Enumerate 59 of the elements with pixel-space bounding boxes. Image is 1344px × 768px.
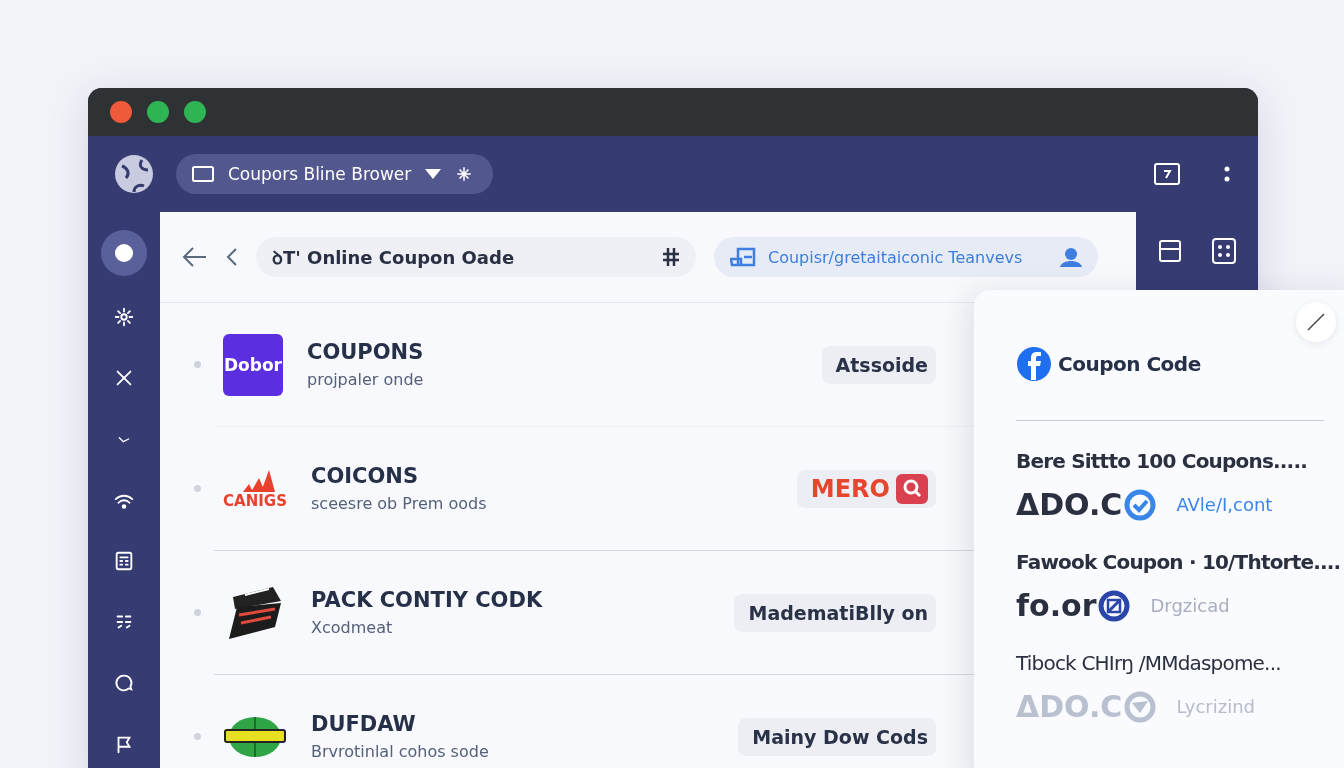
coupon-title: COICONS [311,464,420,488]
hash-icon [662,247,680,267]
chevron-left-icon[interactable] [226,247,238,267]
offer-heading[interactable]: Bere Sittto 100 Coupons..... [1016,449,1344,473]
user-icon[interactable] [1060,247,1082,267]
slash-icon [1307,313,1325,331]
help-icon[interactable] [1154,163,1180,185]
browser-tab[interactable]: Coupors Bline Brower [176,154,494,194]
bullet-dot [194,361,201,368]
coupon-badge[interactable]: Atssoide [821,345,936,384]
more-icon[interactable] [1224,166,1230,182]
brand-logo: Dobor [223,333,283,396]
dot-icon [114,243,134,263]
coupon-subtitle: Brvrotinlal cohos sode [311,742,490,761]
globe-logo-icon [112,152,156,196]
brand-logo: CANIGS [223,491,287,510]
window-control[interactable] [184,101,206,123]
coupon-title: PACK CONTIY CODK [311,588,544,612]
chat-icon [113,672,135,694]
window-icon [192,166,214,182]
offer-heading[interactable]: Fawook Coupon · 10/Thtorte.... [1016,550,1344,574]
coupon-subtitle: projpaler onde [307,370,425,389]
check-circle-icon [1124,488,1157,521]
bullet-dot [194,485,201,492]
coupon-subtitle: sceesre ob Prem oods [311,494,488,513]
close-button[interactable] [1296,302,1336,342]
coupon-title: DUFDAW [311,712,417,736]
panel-title: Coupon Code [1058,352,1201,376]
brand-logo: fo.or [1016,588,1097,623]
address-field[interactable]: ꝺT' Online Coupon Oade [256,237,696,277]
coupon-subtitle: Xcodmeat [311,618,394,637]
gear-icon [113,306,135,328]
brand-logo: ΔDO.C [1016,487,1123,522]
window-control[interactable] [110,101,132,123]
window-control[interactable] [147,101,169,123]
offer-heading[interactable]: Tibock CHIrŋ /MMdaspome... [1016,651,1344,675]
tab-title: Coupors Bline Brower [228,164,412,184]
offer-note: Lycrizind [1176,696,1255,717]
ball-icon [223,714,287,759]
offer-note: Drgzicad [1150,595,1230,616]
send-circle-icon [1124,690,1157,723]
bullet-dot [194,733,201,740]
edit-circle-icon [1098,589,1131,622]
minimize-icon[interactable] [1158,239,1182,263]
facebook-icon [1016,346,1052,382]
calculator-icon [113,550,135,572]
coupon-badge[interactable]: Mainy Dow Cods [738,717,936,756]
sparkle-icon [455,165,474,183]
caret-icon [425,169,442,179]
sidebar-button[interactable] [101,230,147,276]
brand-logo: ΔDO.C [1016,689,1123,724]
coupon-title: COUPONS [307,340,425,364]
coupon-badge[interactable]: MadematiBlly on [734,593,936,632]
back-icon[interactable] [182,246,208,268]
search-icon [896,473,928,504]
bullet-dot [194,609,201,616]
page-title: ꝺT' Online Coupon Oade [272,246,516,269]
offer-note: AVle/I,cont [1176,494,1273,515]
url-text: Coupisr/gretaitaiconic Teanvevs [768,247,1024,267]
